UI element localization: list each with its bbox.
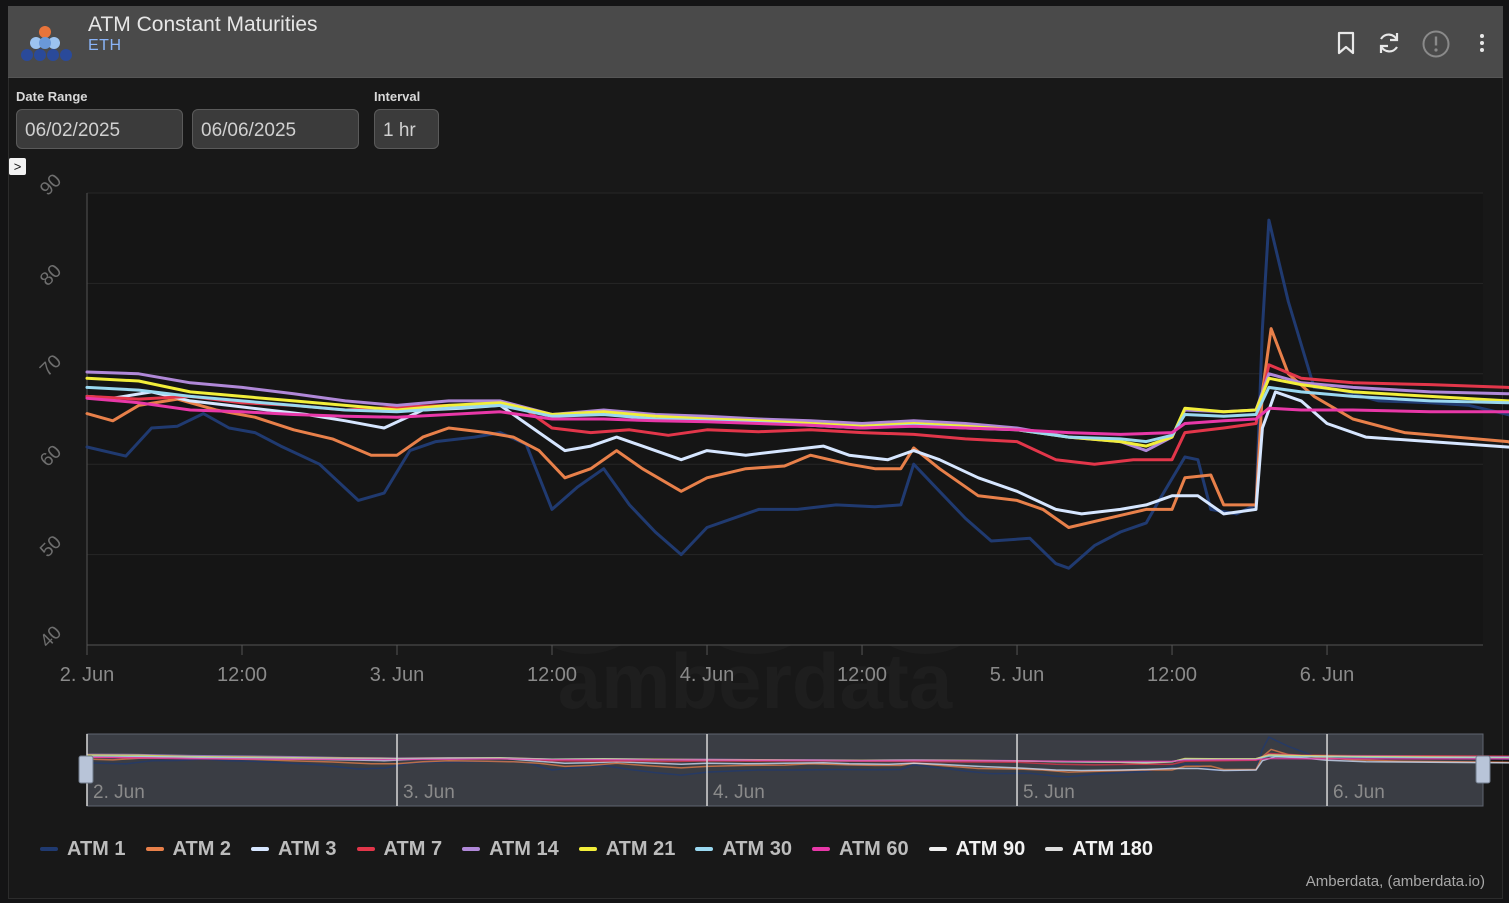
x-tick-label: 2. Jun [60,664,114,686]
y-tick-label: 50 [36,532,66,562]
legend-item-atm-1[interactable]: ATM 1 [40,836,126,862]
navigator-left-handle[interactable] [78,755,94,784]
x-tick-label: 12:00 [1147,664,1197,686]
y-tick-label: 80 [36,261,66,291]
navigator-tick-label: 5. Jun [1023,782,1075,803]
legend-item-atm-7[interactable]: ATM 7 [356,836,443,862]
legend-swatch [578,847,597,851]
navigator-tick-label: 6. Jun [1333,782,1385,803]
legend-swatch [928,847,947,851]
y-tick-label: 40 [36,622,66,652]
x-tick-label: 3. Jun [370,664,424,686]
x-tick-label: 5. Jun [990,664,1044,686]
legend-label: ATM 2 [172,837,232,860]
legend-swatch [40,847,58,851]
navigator-tick-label: 2. Jun [93,782,145,803]
legend-swatch [462,847,481,851]
legend-label: ATM 14 [489,837,559,860]
watermark-text: amberdata [558,637,953,725]
legend-label: ATM 30 [722,837,792,860]
x-tick-label: 6. Jun [1300,664,1354,686]
chart-credit[interactable]: Amberdata, (amberdata.io) [1306,873,1485,890]
legend-label: ATM 90 [955,837,1026,860]
x-tick-label: 12:00 [527,664,577,686]
navigator-tick-label: 3. Jun [403,782,455,803]
y-tick-label: 70 [36,351,66,381]
legend-swatch [145,847,164,851]
y-tick-label: 90 [36,170,66,200]
legend-item-atm-60[interactable]: ATM 60 [811,836,909,862]
legend-label: ATM 60 [838,837,909,860]
legend-swatch [811,847,830,851]
legend-label: ATM 1 [67,837,126,860]
y-tick-label: 60 [36,441,66,471]
legend-swatch [356,847,375,851]
legend-item-atm-90[interactable]: ATM 90 [928,836,1026,862]
legend-swatch [1045,847,1064,851]
legend-item-atm-30[interactable]: ATM 30 [695,836,792,862]
line-chart: amberdata 40 50 60 70 80 90 2. Jun 12:00 3. Jun 1… [36,170,1509,807]
chart-legend: ATM 1 ATM 2 ATM 3 ATM 7 ATM 14 ATM 21 ATM 30 AT… [40,836,1173,862]
legend-swatch [251,847,270,851]
legend-item-atm-2[interactable]: ATM 2 [145,836,232,862]
legend-swatch [695,847,714,851]
legend-item-atm-14[interactable]: ATM 14 [462,836,559,862]
legend-label: ATM 3 [278,837,337,860]
navigator-tick-label: 4. Jun [713,782,765,803]
x-tick-label: 12:00 [217,664,267,686]
legend-item-atm-3[interactable]: ATM 3 [251,836,337,862]
legend-label: ATM 21 [605,837,676,860]
legend-item-atm-180[interactable]: ATM 180 [1045,836,1153,862]
legend-item-atm-21[interactable]: ATM 21 [578,836,676,862]
x-tick-label: 4. Jun [680,664,734,686]
x-tick-label: 12:00 [837,664,887,686]
navigator-right-handle[interactable] [1475,755,1491,784]
legend-label: ATM 7 [383,837,443,860]
legend-label: ATM 180 [1072,837,1154,860]
